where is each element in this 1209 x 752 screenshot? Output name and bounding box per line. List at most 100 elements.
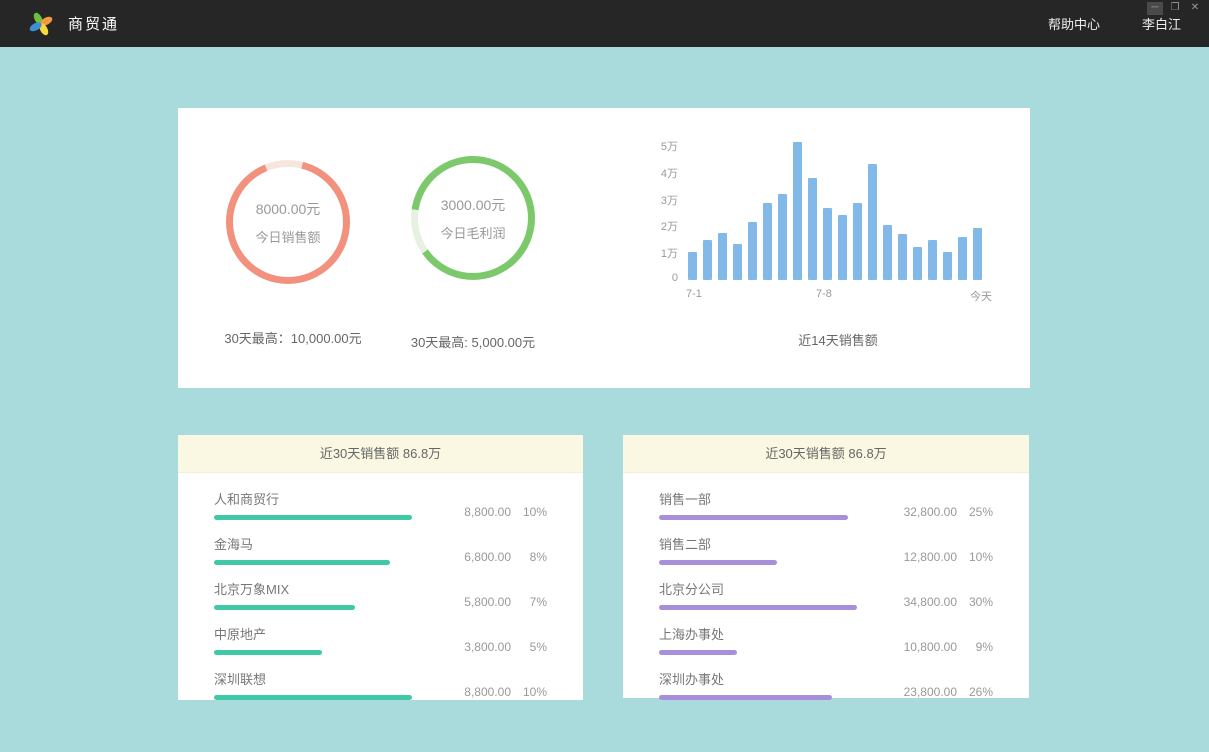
- item-amount: 6,800.00: [439, 550, 511, 564]
- item-amount: 34,800.00: [885, 595, 957, 609]
- item-name: 人和商贸行: [214, 489, 439, 508]
- item-progress-bar: [214, 605, 355, 610]
- customer-row: 金海马6,800.008%: [214, 534, 547, 565]
- sales-bar: [778, 194, 787, 280]
- customer-row: 北京万象MIX5,800.007%: [214, 579, 547, 610]
- item-amount: 10,800.00: [885, 640, 957, 654]
- chart-y-axis: 5万4万3万2万1万0: [648, 138, 678, 284]
- item-percent: 26%: [957, 685, 993, 699]
- chart-x-axis: 7-1 7-8 今天: [688, 288, 988, 310]
- item-percent: 10%: [511, 685, 547, 699]
- titlebar: 商贸通 帮助中心 李白江: [0, 0, 1209, 47]
- department-row: 深圳办事处23,800.0026%: [659, 669, 993, 700]
- y-tick: 0: [672, 272, 678, 284]
- department-row: 销售一部32,800.0025%: [659, 489, 993, 520]
- sales-bar: [823, 208, 832, 280]
- item-amount: 5,800.00: [439, 595, 511, 609]
- item-percent: 5%: [511, 640, 547, 654]
- sales-bar: [763, 203, 772, 280]
- sales-bar: [898, 234, 907, 280]
- department-row: 上海办事处10,800.009%: [659, 624, 993, 655]
- item-percent: 10%: [957, 550, 993, 564]
- help-center-link[interactable]: 帮助中心: [1048, 14, 1100, 33]
- item-progress-bar: [659, 650, 737, 655]
- today-profit-value: 3000.00元: [441, 195, 506, 215]
- chart-caption: 近14天销售额: [688, 330, 988, 349]
- summary-card: 8000.00元 今日销售额 30天最高：10,000.00元 3000.00元…: [178, 108, 1030, 388]
- sales-bar: [703, 240, 712, 280]
- department-row: 销售二部12,800.0010%: [659, 534, 993, 565]
- today-profit-label: 今日毛利润: [440, 223, 505, 242]
- close-button[interactable]: ✕: [1187, 2, 1203, 15]
- department-row: 北京分公司34,800.0030%: [659, 579, 993, 610]
- sales-bar: [718, 233, 727, 280]
- item-progress-bar: [214, 515, 412, 520]
- sales-bar: [733, 244, 742, 280]
- user-name-link[interactable]: 李白江: [1142, 14, 1181, 33]
- app-logo-icon: [28, 11, 54, 37]
- customers-list: 人和商贸行8,800.0010%金海马6,800.008%北京万象MIX5,80…: [178, 473, 583, 700]
- sales-bar: [913, 247, 922, 280]
- sales-bar: [793, 142, 802, 280]
- today-sales-donut: 8000.00元 今日销售额: [226, 160, 350, 284]
- sales-bar: [958, 237, 967, 280]
- sales-bar: [883, 225, 892, 280]
- sales-bar: [928, 240, 937, 280]
- today-sales-donut-block: 8000.00元 今日销售额: [226, 160, 350, 284]
- sales-bar: [868, 164, 877, 280]
- y-tick: 5万: [661, 138, 678, 154]
- today-profit-donut: 3000.00元 今日毛利润: [411, 156, 535, 280]
- customer-row: 中原地产3,800.005%: [214, 624, 547, 655]
- y-tick: 1万: [661, 245, 678, 261]
- today-sales-value: 8000.00元: [256, 199, 321, 219]
- item-name: 北京万象MIX: [214, 579, 439, 598]
- sales-bar: [748, 222, 757, 280]
- customer-row: 人和商贸行8,800.0010%: [214, 489, 547, 520]
- item-name: 上海办事处: [659, 624, 885, 643]
- app-title: 商贸通: [68, 13, 119, 34]
- minimize-button[interactable]: ─: [1147, 2, 1163, 15]
- today-profit-donut-block: 3000.00元 今日毛利润: [411, 156, 535, 280]
- item-name: 中原地产: [214, 624, 439, 643]
- sales-14d-chart: 5万4万3万2万1万0 7-1 7-8 今天 近14天销售额: [648, 138, 988, 349]
- item-name: 销售二部: [659, 534, 885, 553]
- item-percent: 30%: [957, 595, 993, 609]
- sales-bar: [688, 252, 697, 280]
- item-name: 金海马: [214, 534, 439, 553]
- x-tick: 7-8: [816, 288, 832, 300]
- customers-sales-card: 近30天销售额 86.8万 人和商贸行8,800.0010%金海马6,800.0…: [178, 435, 583, 700]
- item-amount: 8,800.00: [439, 505, 511, 519]
- departments-sales-card: 近30天销售额 86.8万 销售一部32,800.0025% 销售二部12,800…: [623, 435, 1029, 698]
- customers-card-title: 近30天销售额 86.8万: [178, 435, 583, 473]
- sales-bar: [853, 203, 862, 280]
- window-controls: ─ ❐ ✕: [1147, 2, 1203, 15]
- item-progress-bar: [214, 650, 322, 655]
- sales-bar: [973, 228, 982, 280]
- sales-bar: [808, 178, 817, 280]
- item-amount: 3,800.00: [439, 640, 511, 654]
- item-name: 深圳联想: [214, 669, 439, 688]
- item-progress-bar: [214, 560, 390, 565]
- item-progress-bar: [214, 695, 412, 700]
- today-sales-label: 今日销售额: [255, 227, 320, 246]
- sales-bar: [943, 252, 952, 280]
- y-tick: 2万: [661, 218, 678, 234]
- item-progress-bar: [659, 560, 777, 565]
- x-tick: 7-1: [686, 288, 702, 300]
- x-tick: 今天: [970, 288, 992, 304]
- y-tick: 4万: [661, 165, 678, 181]
- maximize-button[interactable]: ❐: [1167, 2, 1183, 15]
- departments-card-title: 近30天销售额 86.8万: [623, 435, 1029, 473]
- item-name: 北京分公司: [659, 579, 885, 598]
- item-percent: 8%: [511, 550, 547, 564]
- item-percent: 25%: [957, 505, 993, 519]
- item-name: 深圳办事处: [659, 669, 885, 688]
- profit-30d-max: 30天最高: 5,000.00元: [358, 332, 588, 351]
- departments-list: 销售一部32,800.0025% 销售二部12,800.0010% 北京分公司34,…: [623, 473, 1029, 700]
- item-amount: 12,800.00: [885, 550, 957, 564]
- chart-bars: [688, 142, 988, 280]
- item-progress-bar: [659, 605, 857, 610]
- item-amount: 32,800.00: [885, 505, 957, 519]
- item-progress-bar: [659, 695, 832, 700]
- item-amount: 8,800.00: [439, 685, 511, 699]
